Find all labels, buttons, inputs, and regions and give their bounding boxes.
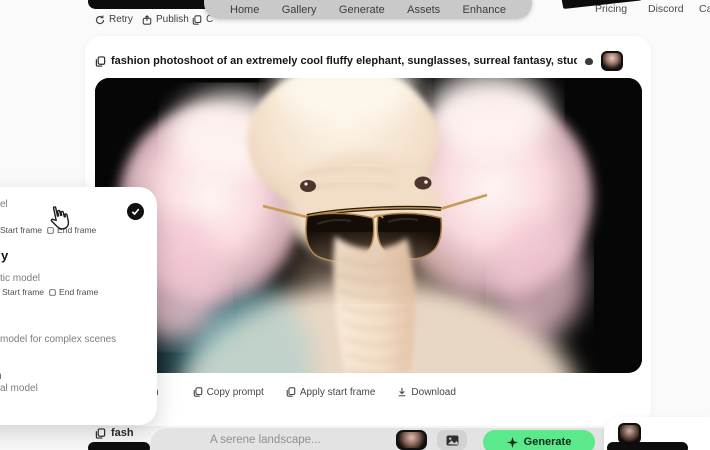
recent-generation-edge — [607, 442, 688, 450]
recent-generation-thumbnail[interactable] — [618, 423, 641, 444]
next-feed-row: fash — [95, 427, 134, 439]
nav-link-pricing[interactable]: Pricing — [595, 3, 627, 15]
add-image-button[interactable] — [437, 430, 467, 450]
model-option-2-frames: Start frame End frame — [0, 287, 98, 297]
bottom-left-thumbnail-edge — [88, 442, 150, 450]
selected-check-icon — [127, 203, 144, 220]
prompt-copy-icon[interactable] — [95, 56, 106, 67]
bottom-right-card — [604, 417, 710, 450]
sparkle-icon — [507, 437, 518, 448]
copy-icon — [193, 387, 203, 397]
attached-frame-thumbnail[interactable] — [396, 430, 427, 450]
start-frame-thumbnail[interactable] — [601, 51, 623, 71]
publish-button[interactable]: Publish — [142, 14, 189, 25]
frame-icon — [49, 289, 56, 296]
start-frame-label: Start frame — [0, 225, 42, 235]
generate-button[interactable]: Generate — [483, 430, 595, 450]
publish-label: Publish — [156, 14, 189, 25]
model-option-4-desc: al model — [0, 383, 38, 394]
model-option-4-name[interactable]: n — [0, 368, 1, 382]
generation-actions: blish Copy prompt Apply start frame Down… — [138, 385, 478, 399]
download-label: Download — [411, 387, 455, 398]
nav-item-generate[interactable]: Generate — [339, 4, 385, 16]
copy-icon — [192, 15, 202, 25]
nav-item-assets[interactable]: Assets — [407, 4, 440, 16]
video-player[interactable] — [95, 78, 642, 373]
generation-prompt: fashion photoshoot of an extremely cool … — [111, 55, 577, 67]
end-frame-chip[interactable]: End frame — [49, 287, 98, 297]
nav-link-careers-partial[interactable]: Ca — [699, 3, 710, 15]
frame-icon — [286, 387, 296, 397]
model-option-2-desc: tic model — [0, 273, 40, 284]
start-frame-chip[interactable]: Start frame — [0, 225, 42, 235]
nav-link-discord[interactable]: Discord — [648, 3, 684, 15]
model-option-1-frames: Start frame End frame — [0, 225, 96, 235]
apply-start-frame-label: Apply start frame — [300, 387, 376, 398]
end-frame-label: End frame — [59, 287, 98, 297]
retry-icon — [95, 15, 105, 25]
nav-item-enhance[interactable]: Enhance — [463, 4, 506, 16]
model-option-2-name[interactable]: y — [1, 248, 8, 263]
elephant-video-frame — [95, 78, 642, 373]
copy-prompt-label: Copy prompt — [207, 387, 264, 398]
model-option-3-desc[interactable]: model for complex scenes — [0, 334, 116, 345]
prompt-input[interactable] — [208, 433, 402, 447]
download-button[interactable]: Download — [397, 387, 455, 398]
retry-label: Retry — [109, 14, 133, 25]
app-screen: Home Gallery Generate Assets Enhance Pri… — [0, 0, 710, 450]
nav-item-home[interactable]: Home — [230, 4, 259, 16]
prompt-copy-icon — [95, 428, 106, 439]
start-frame-chip[interactable]: Start frame — [0, 287, 44, 297]
prompt-row: fashion photoshoot of an extremely cool … — [95, 51, 640, 71]
apply-start-frame-button[interactable]: Apply start frame — [286, 387, 376, 398]
image-icon — [446, 435, 459, 446]
retry-button[interactable]: Retry — [95, 14, 133, 25]
main-navbar: Home Gallery Generate Assets Enhance — [204, 0, 532, 19]
next-feed-prompt-partial: fash — [111, 427, 134, 439]
copy-prompt-button[interactable]: Copy prompt — [193, 387, 264, 398]
download-icon — [397, 387, 407, 397]
model-option-1-name[interactable]: el — [0, 199, 8, 210]
generate-label: Generate — [524, 436, 572, 448]
pet-avatar-icon — [585, 58, 593, 65]
nav-item-gallery[interactable]: Gallery — [282, 4, 317, 16]
publish-icon — [142, 15, 152, 25]
model-select-menu: el Start frame End frame y tic model Sta… — [0, 187, 157, 425]
start-frame-label: Start frame — [2, 287, 44, 297]
